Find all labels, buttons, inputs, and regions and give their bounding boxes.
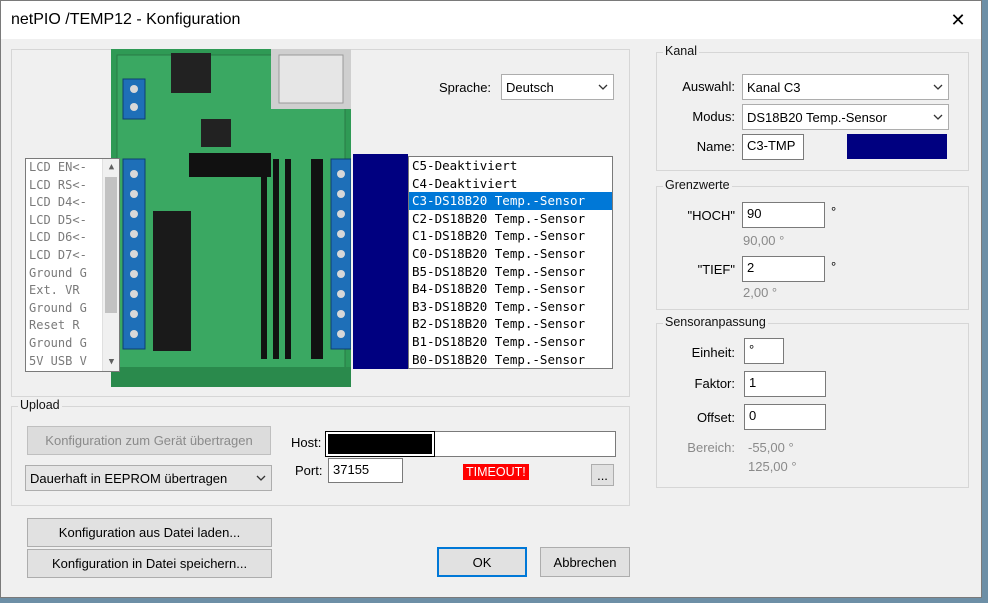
channel-select[interactable]: Kanal C3 (742, 74, 949, 100)
sensor-group-title: Sensoranpassung (663, 315, 768, 329)
hoch-label: "HOCH" (687, 208, 735, 223)
host-label: Host: (291, 435, 322, 450)
hoch-input[interactable]: 90 (742, 202, 825, 228)
status-badge: TIMEOUT! (463, 464, 529, 480)
channel-list-item[interactable]: C4-Deaktiviert (409, 175, 612, 193)
tief-input[interactable]: 2 (742, 256, 825, 282)
chevron-down-icon (598, 84, 608, 90)
upload-mode-value: Dauerhaft in EEPROM übertragen (30, 470, 228, 486)
channel-list-item[interactable]: C1-DS18B20 Temp.-Sensor (409, 227, 612, 245)
mode-select-value: DS18B20 Temp.-Sensor (747, 109, 887, 125)
name-label: Name: (696, 139, 735, 154)
mode-select[interactable]: DS18B20 Temp.-Sensor (742, 104, 949, 130)
channel-list-item[interactable]: C5-Deaktiviert (409, 157, 612, 175)
language-label: Sprache: (439, 80, 492, 95)
port-label: Port: (295, 463, 323, 478)
channel-list-item[interactable]: C3-DS18B20 Temp.-Sensor (409, 192, 612, 210)
channel-select-value: Kanal C3 (747, 79, 801, 95)
bereich-min: -55,00 ° (748, 440, 794, 455)
auswahl-label: Auswahl: (682, 79, 735, 94)
transfer-to-device-button[interactable]: Konfiguration zum Gerät übertragen (27, 426, 271, 455)
offset-label: Offset: (696, 410, 735, 425)
hoch-hint: 90,00 ° (743, 233, 785, 248)
language-value: Deutsch (506, 79, 554, 95)
pin-list[interactable]: LCD EN<- LCD RS<- LCD D4<- LCD D5<- LCD D6<-… (25, 158, 120, 372)
channel-color-button[interactable] (847, 134, 947, 159)
bereich-label: Bereich: (687, 440, 735, 455)
scroll-thumb[interactable] (105, 177, 117, 313)
port-input[interactable]: 37155 (328, 458, 403, 483)
channel-list-item[interactable]: B5-DS18B20 Temp.-Sensor (409, 263, 612, 281)
channel-rows: C5-Deaktiviert C4-Deaktiviert C3-DS18B20 T… (409, 157, 612, 368)
chevron-down-icon (933, 84, 943, 90)
channel-list-item[interactable]: B1-DS18B20 Temp.-Sensor (409, 333, 612, 351)
save-config-button[interactable]: Konfiguration in Datei speichern... (27, 549, 272, 578)
config-window: netPIO /TEMP12 - Konfiguration ✕ LCD EN<… (0, 0, 982, 598)
channel-list-item[interactable]: C0-DS18B20 Temp.-Sensor (409, 245, 612, 263)
upload-group-title: Upload (18, 398, 62, 412)
load-config-button[interactable]: Konfiguration aus Datei laden... (27, 518, 272, 547)
channel-list-item[interactable]: C2-DS18B20 Temp.-Sensor (409, 210, 612, 228)
offset-input[interactable]: 0 (744, 404, 826, 430)
tief-unit: ° (831, 259, 837, 274)
einheit-label: Einheit: (691, 345, 735, 360)
upload-mode-select[interactable]: Dauerhaft in EEPROM übertragen (25, 465, 272, 491)
tief-label: "TIEF" (697, 262, 735, 277)
tief-hint: 2,00 ° (743, 285, 778, 300)
cancel-button[interactable]: Abbrechen (540, 547, 630, 577)
scroll-down-icon[interactable]: ▼ (103, 354, 119, 371)
hoch-unit: ° (831, 204, 837, 219)
kanal-group-title: Kanal (663, 44, 699, 58)
faktor-label: Faktor: (694, 376, 735, 391)
host-redaction (325, 431, 435, 457)
modus-label: Modus: (692, 109, 735, 124)
channel-list-item[interactable]: B2-DS18B20 Temp.-Sensor (409, 315, 612, 333)
window-title: netPIO /TEMP12 - Konfiguration (11, 11, 241, 28)
close-icon[interactable]: ✕ (935, 1, 981, 39)
channel-list-item[interactable]: B3-DS18B20 Temp.-Sensor (409, 298, 612, 316)
bereich-max: 125,00 ° (748, 459, 797, 474)
chevron-down-icon (933, 114, 943, 120)
channel-list[interactable]: C5-Deaktiviert C4-Deaktiviert C3-DS18B20 T… (408, 156, 613, 369)
grenzwerte-group-title: Grenzwerte (663, 178, 732, 192)
einheit-input[interactable]: ° (744, 338, 784, 364)
name-input[interactable]: C3-TMP (742, 134, 804, 160)
language-select[interactable]: Deutsch (501, 74, 614, 100)
browse-button[interactable]: ... (591, 464, 614, 486)
pcb-board-image (111, 49, 351, 387)
pin-list-scrollbar[interactable]: ▲ ▼ (102, 159, 119, 371)
channel-list-item[interactable]: B0-DS18B20 Temp.-Sensor (409, 351, 612, 368)
channel-color-bar (353, 154, 408, 369)
faktor-input[interactable]: 1 (744, 371, 826, 397)
title-bar: netPIO /TEMP12 - Konfiguration ✕ (1, 1, 981, 39)
chevron-down-icon (256, 475, 266, 481)
scroll-up-icon[interactable]: ▲ (103, 159, 119, 176)
ok-button[interactable]: OK (437, 547, 527, 577)
channel-list-item[interactable]: B4-DS18B20 Temp.-Sensor (409, 280, 612, 298)
